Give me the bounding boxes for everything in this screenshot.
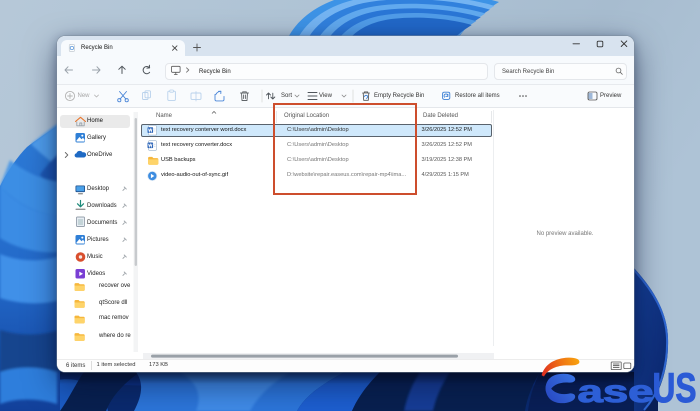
svg-text:US: US	[653, 364, 697, 411]
svg-text:ase: ase	[578, 373, 654, 409]
